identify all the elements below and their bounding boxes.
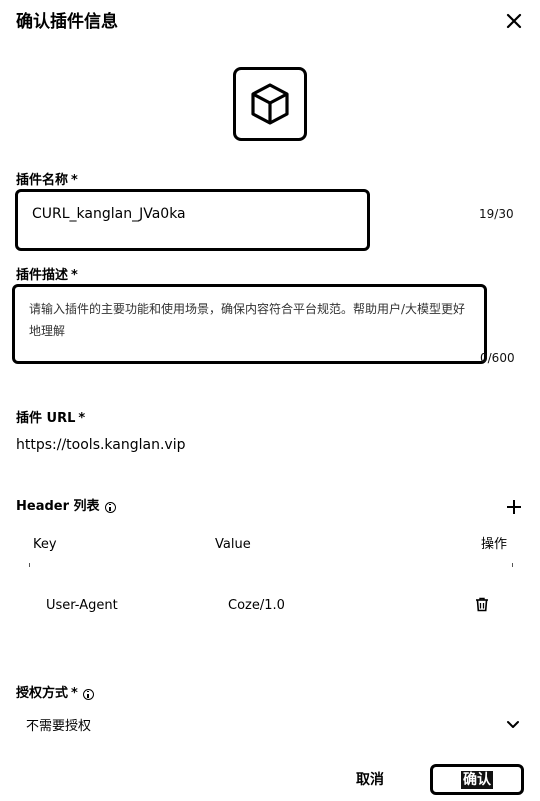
url-label-text: 插件 URL xyxy=(16,411,76,426)
plugin-avatar[interactable] xyxy=(233,67,307,141)
required-mark: * xyxy=(78,411,86,426)
confirm-button[interactable]: 确认 xyxy=(430,764,524,795)
auth-type-select[interactable]: 不需要授权 xyxy=(16,712,524,736)
desc-label-text: 插件描述 xyxy=(16,268,69,283)
name-field-label: 插件名称 * xyxy=(16,172,78,190)
chevron-down-icon xyxy=(507,721,519,728)
cube-icon xyxy=(251,83,289,125)
close-button[interactable] xyxy=(504,11,524,31)
auth-selected-value: 不需要授权 xyxy=(26,718,92,734)
info-icon[interactable] xyxy=(104,501,116,513)
delete-header-button[interactable] xyxy=(475,597,489,612)
description-placeholder: 请输入插件的主要功能和使用场景，确保内容符合平台规范。帮助用户/大模型更好地理解 xyxy=(29,302,466,338)
required-mark: * xyxy=(71,268,78,283)
required-mark: * xyxy=(71,686,78,701)
desc-char-counter: 0/600 xyxy=(480,351,515,365)
plugin-url-value: https://tools.kanglan.vip xyxy=(16,437,186,453)
header-row-value[interactable]: Coze/1.0 xyxy=(228,597,285,615)
column-header-key: Key xyxy=(33,537,57,552)
dialog-title: 确认插件信息 xyxy=(16,12,118,32)
url-field-label: 插件 URL * xyxy=(16,410,85,428)
table-divider-mark xyxy=(29,563,30,567)
header-list-label: Header 列表 xyxy=(16,499,100,514)
auth-label-text: 授权方式 xyxy=(16,686,69,701)
header-list-title: Header 列表 xyxy=(16,498,116,516)
trash-icon xyxy=(476,597,488,612)
table-divider-mark xyxy=(512,563,513,567)
column-header-action: 操作 xyxy=(481,537,508,552)
close-icon xyxy=(506,13,522,29)
desc-field-label: 插件描述 * xyxy=(16,267,78,285)
name-char-counter: 19/30 xyxy=(479,207,514,221)
plus-icon xyxy=(507,500,521,514)
required-mark: * xyxy=(71,173,78,188)
name-label-text: 插件名称 xyxy=(16,173,69,188)
plugin-description-textarea[interactable]: 请输入插件的主要功能和使用场景，确保内容符合平台规范。帮助用户/大模型更好地理解 xyxy=(12,284,487,364)
header-row-key[interactable]: User-Agent xyxy=(46,597,118,615)
cancel-button[interactable]: 取消 xyxy=(340,766,400,794)
plugin-name-input[interactable]: CURL_kanglan_JVa0ka xyxy=(15,189,370,251)
add-header-button[interactable] xyxy=(505,498,523,516)
auth-field-label: 授权方式 * xyxy=(16,685,94,703)
info-icon[interactable] xyxy=(82,688,94,700)
column-header-value: Value xyxy=(215,537,251,552)
confirm-button-label: 确认 xyxy=(461,771,493,789)
